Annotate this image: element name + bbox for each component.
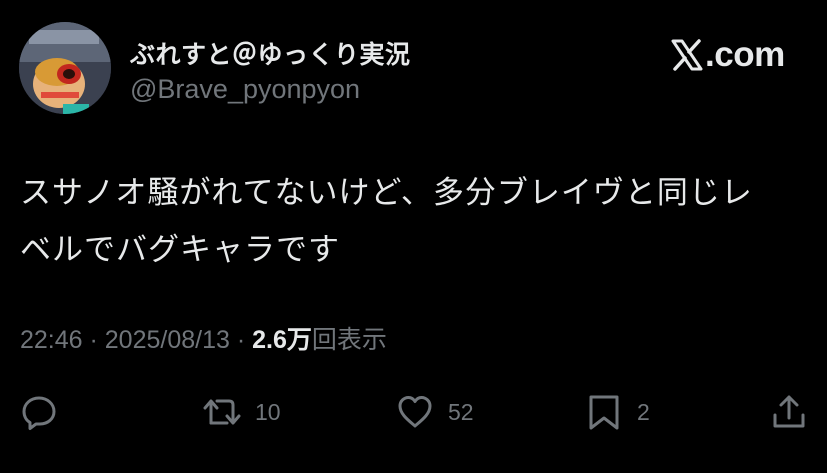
user-handle[interactable]: @Brave_pyonpyon [130,74,360,105]
bookmark-icon [589,395,619,430]
bookmark-count: 2 [637,398,650,425]
retweet-count: 10 [255,398,281,425]
reply-button[interactable] [20,392,58,432]
retweet-icon [203,399,241,425]
x-brand: .com [670,35,785,75]
meta-separator: · [229,326,253,354]
tweet-meta: 22:46 · 2025/08/13 · 2.6万回表示 [20,320,387,356]
retweet-button[interactable]: 10 [203,392,281,432]
tweet-time[interactable]: 22:46 [20,326,83,354]
views-label: 回表示 [311,326,387,354]
x-logo-icon [671,39,703,71]
like-button[interactable]: 52 [396,392,474,432]
share-button[interactable] [770,392,808,432]
avatar-image [19,22,111,114]
brand-domain: .com [705,35,785,74]
tweet-text-line: ベルでバグキャラです [20,232,340,268]
avatar[interactable] [19,22,111,114]
tweet-text-line: スサノオ騒がれてないけど、多分ブレイヴと同じレ [20,175,753,211]
tweet-card: ぶれすと＠ゆっくり実況 @Brave_pyonpyon .com スサノオ騒がれ… [0,0,827,473]
reply-icon [22,396,56,430]
like-count: 52 [448,398,474,425]
tweet-date[interactable]: 2025/08/13 [105,326,230,354]
display-name[interactable]: ぶれすと＠ゆっくり実況 [130,35,411,71]
heart-icon [398,396,432,428]
views-count: 2.6万 [252,326,312,354]
tweet-text: スサノオ騒がれてないけど、多分ブレイヴと同じレ ベルでバグキャラです [20,165,810,279]
bookmark-button[interactable]: 2 [585,392,650,432]
meta-separator: · [82,326,105,354]
share-icon [773,395,805,428]
